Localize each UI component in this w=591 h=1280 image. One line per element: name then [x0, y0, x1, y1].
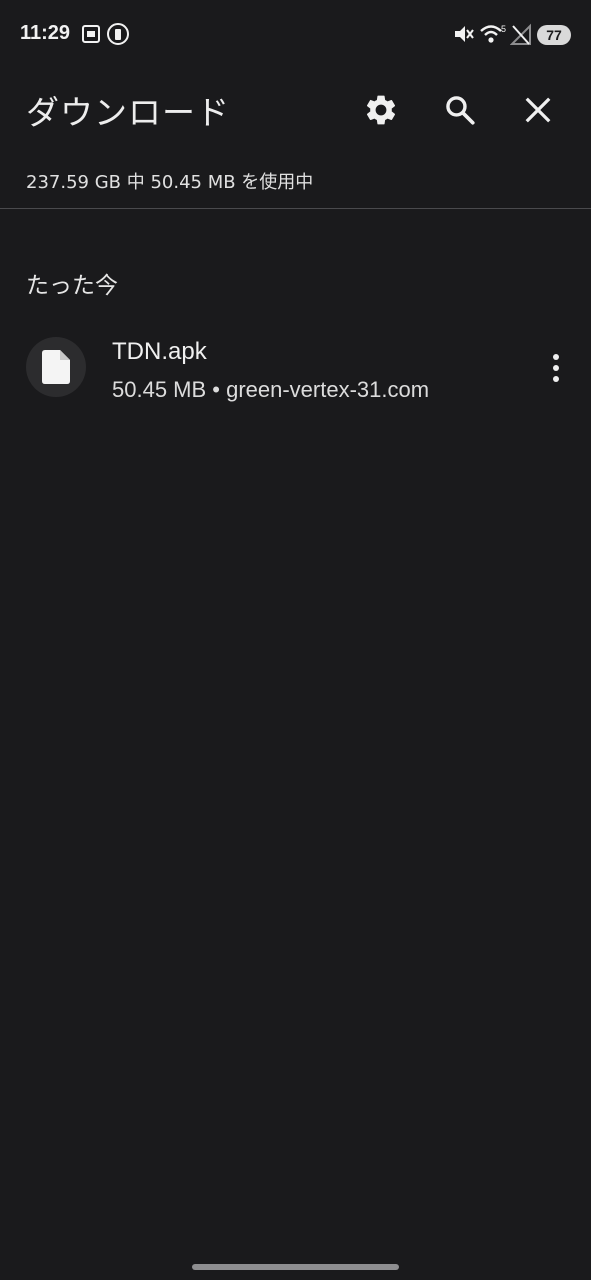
battery-indicator: 77	[537, 25, 571, 45]
no-signal-icon	[509, 22, 532, 50]
screenshot-icon	[80, 22, 102, 50]
more-vertical-icon	[553, 354, 559, 382]
mute-icon	[452, 22, 474, 50]
close-icon	[525, 97, 551, 123]
file-icon	[42, 350, 70, 384]
page-title: ダウンロード	[26, 93, 230, 132]
battery-saver-icon	[106, 22, 130, 50]
status-bar: 11:29 5 77	[0, 0, 591, 70]
file-meta: 50.45 MB • green-vertex-31.com	[112, 377, 430, 402]
divider	[0, 208, 591, 209]
settings-button[interactable]	[357, 86, 405, 134]
search-icon	[446, 96, 475, 125]
file-avatar	[26, 337, 86, 397]
file-name: TDN.apk	[112, 338, 207, 365]
home-indicator[interactable]	[192, 1264, 399, 1270]
close-button[interactable]	[514, 86, 562, 134]
status-time: 11:29	[20, 22, 71, 44]
settings-icon	[366, 95, 396, 125]
storage-usage-text: 237.59 GB 中 50.45 MB を使用中	[26, 172, 314, 193]
more-options-button[interactable]	[539, 346, 573, 390]
wifi-icon: 5	[479, 22, 507, 50]
svg-text:5: 5	[501, 24, 506, 34]
section-header-just-now: たった今	[26, 273, 118, 299]
search-button[interactable]	[436, 86, 484, 134]
app-bar: ダウンロード	[0, 70, 591, 150]
download-list-item[interactable]: TDN.apk 50.45 MB • green-vertex-31.com	[0, 330, 591, 410]
